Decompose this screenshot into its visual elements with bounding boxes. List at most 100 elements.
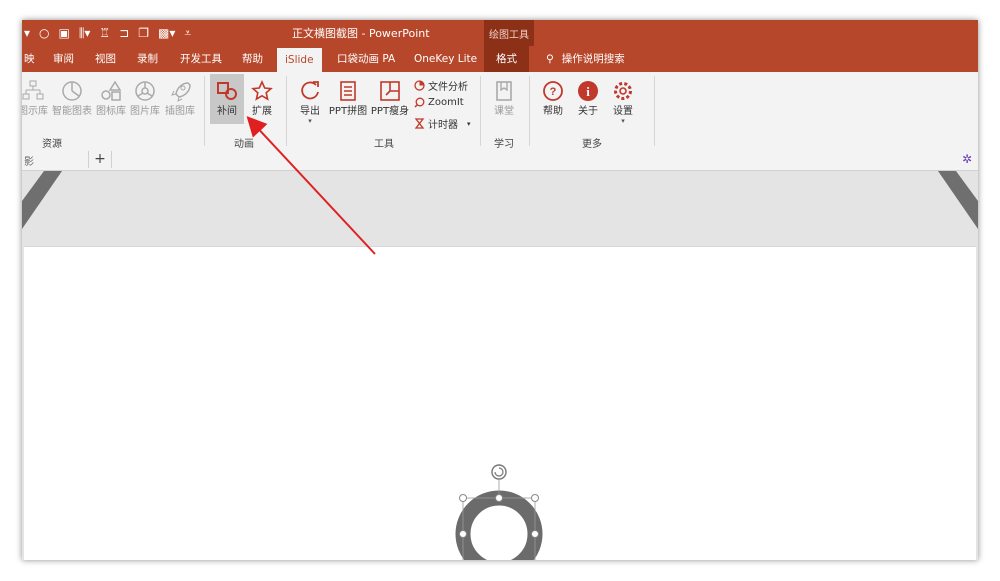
quick-access-toolbar: ▾ ○ ▣ ⫼▾ ♖ ⊐ ❐ ▩▾ ⩡: [22, 20, 191, 46]
tween-label: 补间: [217, 106, 237, 117]
compress-icon: [380, 81, 400, 101]
about-label: 关于: [578, 106, 598, 117]
circle-shape-icon[interactable]: ○: [39, 26, 49, 40]
icon-library-button[interactable]: 图标库: [94, 80, 128, 117]
add-tab-button[interactable]: +: [88, 151, 112, 168]
tell-me-label: 操作说明搜索: [561, 53, 625, 65]
export-label: 导出: [300, 106, 320, 117]
svg-text:?: ?: [550, 86, 557, 98]
shapes-icon: [101, 80, 122, 101]
settings-button[interactable]: 设置 ▾: [607, 80, 639, 125]
ppt-puzzle-label: PPT拼图: [328, 106, 368, 117]
tab-format[interactable]: 格式: [484, 46, 529, 72]
pie-analysis-icon: [414, 80, 425, 91]
resize-handle[interactable]: [531, 530, 539, 538]
about-button[interactable]: i 关于: [572, 80, 604, 117]
hourglass-icon: [414, 118, 425, 129]
powerpoint-window: ▾ ○ ▣ ⫼▾ ♖ ⊐ ❐ ▩▾ ⩡ 正文横图截图 - PowerPoint …: [22, 20, 978, 560]
tween-shapes-icon: [217, 82, 237, 100]
group-label-animation: 动画: [234, 139, 254, 150]
puzzle-pages-icon: [340, 81, 356, 101]
tab-record[interactable]: 录制: [137, 46, 158, 72]
extend-button[interactable]: 扩展: [246, 80, 278, 117]
book-icon: [496, 81, 512, 101]
illustration-library-label: 插图库: [165, 106, 195, 117]
layer-icon[interactable]: ❐: [138, 26, 149, 40]
dropdown-caret-icon[interactable]: ▾: [24, 26, 30, 40]
align-icon[interactable]: ⫼▾: [79, 26, 91, 41]
selected-ring-shape[interactable]: [446, 454, 556, 560]
tab-help[interactable]: 帮助: [242, 46, 263, 72]
ppt-slim-label: PPT瘦身: [370, 106, 410, 117]
illustration-library-button[interactable]: 插图库: [162, 80, 198, 117]
extend-label: 扩展: [252, 106, 272, 117]
file-analysis-button[interactable]: 文件分析: [414, 78, 468, 93]
diagram-library-label: 图示库: [22, 106, 48, 117]
export-icon: [301, 81, 319, 100]
lightbulb-icon: ⚲: [546, 53, 554, 65]
smart-chart-label: 智能图表: [52, 106, 92, 117]
tab-slideshow[interactable]: 映: [24, 46, 35, 72]
zoomit-label: ZoomIt: [428, 97, 464, 108]
ppt-slim-button[interactable]: PPT瘦身: [370, 80, 410, 117]
icon-library-label: 图标库: [96, 106, 126, 117]
picture-library-button[interactable]: 图片库: [128, 80, 162, 117]
tell-me-search[interactable]: ⚲ 操作说明搜索: [546, 46, 625, 72]
classroom-button[interactable]: 课堂: [488, 80, 520, 117]
resize-handle[interactable]: [531, 494, 539, 502]
picture-library-label: 图片库: [130, 106, 160, 117]
magnifier-icon: [414, 97, 425, 108]
group-icon[interactable]: ♖: [99, 26, 110, 40]
diagram-icon: [22, 80, 44, 100]
help-button[interactable]: ? 帮助: [537, 80, 569, 117]
group-label-resources: 资源: [42, 139, 62, 150]
picture-icon[interactable]: ▩▾: [158, 26, 175, 40]
right-diagonal-stripe: [938, 171, 978, 229]
pie-chart-icon: [62, 81, 82, 101]
tab-pocket-animation[interactable]: 口袋动画 PA: [337, 46, 395, 72]
group-divider: [204, 76, 205, 146]
aperture-icon: [135, 81, 155, 101]
tab-review[interactable]: 审阅: [53, 46, 74, 72]
document-tab-strip: 影 + ✲: [22, 150, 978, 171]
slide-canvas: [22, 171, 978, 560]
context-group-label: 绘图工具: [484, 20, 534, 46]
group-divider: [654, 76, 655, 146]
resize-handle[interactable]: [495, 494, 503, 502]
diagram-library-button[interactable]: 图示库: [22, 80, 50, 117]
document-tab[interactable]: 影: [24, 153, 34, 168]
settings-label: 设置: [613, 106, 633, 117]
window-title: 正文横图截图 - PowerPoint: [292, 27, 430, 40]
question-icon: ?: [543, 81, 563, 101]
timer-dropdown-caret-icon[interactable]: ▾: [467, 120, 471, 128]
timer-button[interactable]: 计时器 ▾: [414, 116, 471, 131]
rocket-icon: [171, 82, 191, 102]
tween-button[interactable]: 补间: [210, 74, 244, 124]
group-divider: [529, 76, 530, 146]
help-label: 帮助: [543, 106, 563, 117]
tab-onekey-lite[interactable]: OneKey Lite: [414, 46, 477, 72]
tab-islide[interactable]: iSlide: [277, 48, 322, 72]
magic-wand-icon[interactable]: ✲: [962, 152, 972, 166]
title-bar: ▾ ○ ▣ ⫼▾ ♖ ⊐ ❐ ▩▾ ⩡ 正文横图截图 - PowerPoint …: [22, 20, 978, 46]
rotate-handle-icon[interactable]: [491, 464, 507, 480]
donut-shape[interactable]: [455, 490, 543, 560]
zoomit-button[interactable]: ZoomIt: [414, 97, 464, 108]
ppt-puzzle-button[interactable]: PPT拼图: [328, 80, 368, 117]
ribbon-tabs: 映 审阅 视图 录制 开发工具 帮助 iSlide 口袋动画 PA OneKey…: [22, 46, 978, 72]
select-frame-icon[interactable]: ▣: [59, 26, 70, 40]
export-button[interactable]: 导出 ▾: [294, 80, 326, 125]
distribute-icon[interactable]: ⊐: [119, 26, 129, 40]
tab-developer[interactable]: 开发工具: [180, 46, 222, 72]
resize-handle[interactable]: [459, 494, 467, 502]
file-analysis-label: 文件分析: [428, 82, 468, 93]
tab-view[interactable]: 视图: [95, 46, 116, 72]
group-label-tools: 工具: [374, 139, 394, 150]
smart-chart-button[interactable]: 智能图表: [50, 80, 94, 117]
left-diagonal-stripe: [22, 171, 62, 229]
resize-handle[interactable]: [459, 530, 467, 538]
customize-qat-icon[interactable]: ⩡: [184, 26, 191, 41]
gear-icon: [614, 82, 632, 100]
ribbon: 图示库 智能图表 图标库 图片库 插图库 资源 补间 扩展 动画 导出 ▾ PP…: [22, 72, 978, 151]
timer-label: 计时器: [428, 120, 458, 131]
